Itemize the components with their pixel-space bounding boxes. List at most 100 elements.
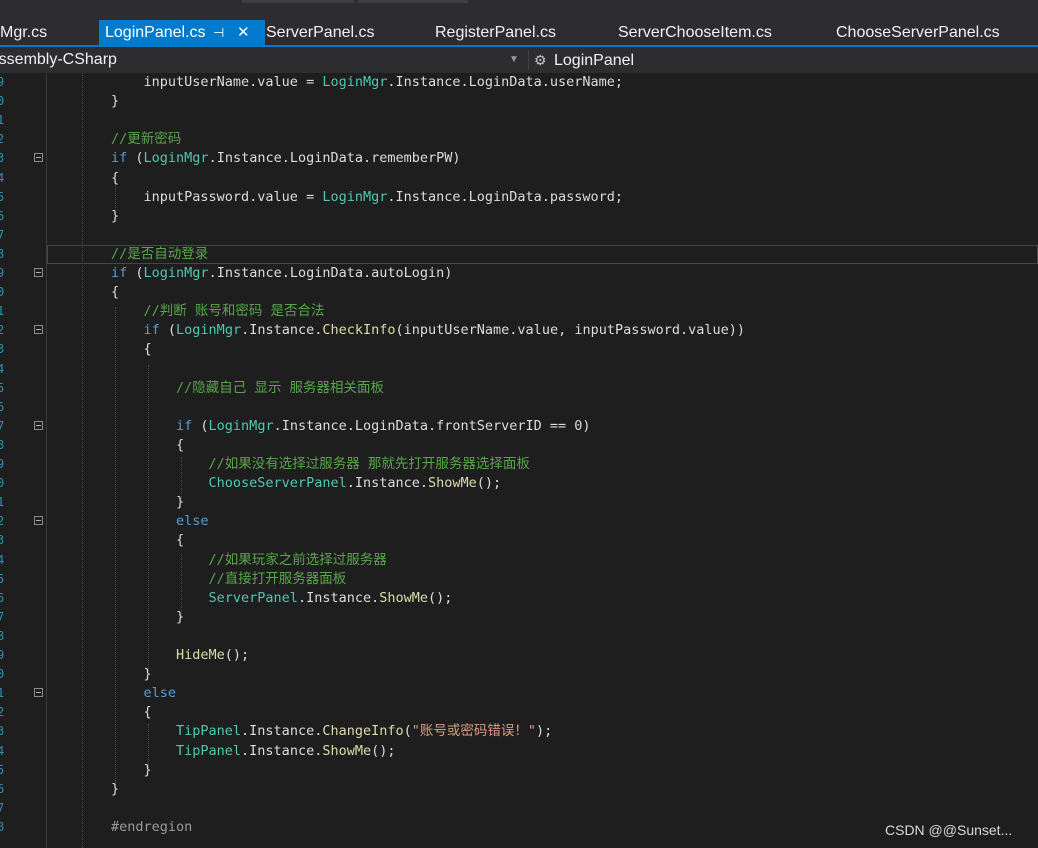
line-number: 6 [0, 781, 5, 796]
tab-serverpanel[interactable]: ServerPanel.cs [260, 20, 375, 45]
line-number: 0 [0, 94, 5, 109]
line-number: 4 [0, 361, 5, 376]
collapse-icon[interactable] [34, 268, 43, 277]
code-line[interactable]: 0} [0, 92, 1038, 111]
code-line[interactable]: 8 //是否自动登录 [0, 244, 1038, 264]
code-editor[interactable]: 9 inputUserName.value = LoginMgr.Instanc… [0, 73, 1038, 848]
code-token: ShowMe [427, 475, 477, 492]
code-token: //直接打开服务器面板 [111, 570, 347, 587]
code-line[interactable]: 6 [0, 398, 1038, 417]
code-line[interactable]: 0 } [0, 665, 1038, 684]
line-number: 0 [0, 476, 5, 491]
line-number: 0 [0, 285, 5, 300]
code-line[interactable]: 3 if (LoginMgr.Instance.LoginData.remembe… [0, 149, 1038, 168]
line-number: 2 [0, 323, 5, 338]
code-line[interactable]: 2 //更新密码 [0, 130, 1038, 149]
line-number: 3 [0, 151, 5, 166]
code-line[interactable]: 1 [0, 111, 1038, 130]
line-number: 1 [0, 113, 5, 128]
code-line[interactable]: 7 } [0, 608, 1038, 627]
code-line[interactable]: 4 //如果玩家之前选择过服务器 [0, 551, 1038, 570]
code-token: } [111, 666, 152, 683]
code-line[interactable]: 2 else [0, 512, 1038, 531]
tab-loginpanel[interactable]: LoginPanel.cs ⊣ ✕ [99, 20, 265, 45]
code-line[interactable]: 9 //如果没有选择过服务器 那就先打开服务器选择面板 [0, 455, 1038, 474]
code-token: if [111, 322, 160, 339]
code-line[interactable]: 5 inputPassword.value = LoginMgr.Instanc… [0, 188, 1038, 207]
close-icon[interactable]: ✕ [237, 20, 250, 45]
code-token: { [111, 704, 152, 721]
code-token: inputPassword.value = [111, 188, 323, 205]
code-token: .Instance.LoginData.frontServerID == 0) [273, 417, 591, 434]
code-line[interactable]: 3 TipPanel.Instance.ChangeInfo("账号或密码错误！… [0, 722, 1038, 741]
line-number: 2 [0, 132, 5, 147]
code-text: } [111, 780, 119, 799]
code-text: } [111, 207, 119, 226]
pin-icon[interactable]: ⊣ [213, 20, 224, 45]
code-token: .Instance. [241, 742, 323, 759]
code-line[interactable]: 4 TipPanel.Instance.ShowMe(); [0, 742, 1038, 761]
collapse-icon[interactable] [34, 516, 43, 526]
tab-registerpanel[interactable]: RegisterPanel.cs [429, 20, 556, 45]
code-line[interactable]: 5 //隐藏自己 显示 服务器相关面板 [0, 379, 1038, 398]
tab-chooseserverpanel[interactable]: ChooseServerPanel.cs [830, 20, 1000, 45]
code-line[interactable]: 7 [0, 799, 1038, 818]
code-line[interactable]: 7 if (LoginMgr.Instance.LoginData.frontS… [0, 417, 1038, 436]
code-token: } [111, 93, 120, 110]
code-text: TipPanel.Instance.ChangeInfo("账号或密码错误！")… [111, 722, 552, 741]
code-line[interactable]: 5 //直接打开服务器面板 [0, 570, 1038, 589]
watermark: CSDN @@Sunset... [885, 822, 1013, 838]
code-line[interactable]: 9 inputUserName.value = LoginMgr.Instanc… [0, 73, 1038, 92]
collapse-icon[interactable] [34, 420, 43, 430]
code-text: //如果没有选择过服务器 那就先打开服务器选择面板 [111, 455, 530, 474]
code-line[interactable]: 7 [0, 226, 1038, 245]
collapse-icon[interactable] [34, 325, 43, 335]
code-line[interactable]: 4{ [0, 169, 1038, 188]
tab-label: ServerPanel.cs [266, 24, 375, 41]
code-token: LoginMgr [208, 417, 274, 434]
code-line[interactable]: 8 #endregion [0, 818, 1038, 837]
code-line[interactable]: 0 ChooseServerPanel.Instance.ShowMe(); [0, 474, 1038, 493]
collapse-icon[interactable] [34, 153, 43, 163]
class-dropdown[interactable]: ⚙ LoginPanel [534, 47, 634, 73]
code-token: .Instance. [346, 475, 428, 492]
code-text: } [111, 761, 152, 780]
tab-bar-divider [242, 0, 354, 3]
project-dropdown[interactable]: Assembly-CSharp [0, 47, 527, 73]
code-line[interactable]: 2 { [0, 703, 1038, 722]
line-number: 4 [0, 552, 5, 567]
code-line[interactable]: 0{ [0, 283, 1038, 302]
tab-serverchooseitem[interactable]: ServerChooseItem.cs [612, 20, 772, 45]
code-token: TipPanel [111, 742, 242, 759]
line-number: 1 [0, 495, 5, 510]
line-number: 9 [0, 266, 5, 280]
code-line[interactable]: 9 if (LoginMgr.Instance.LoginData.autoLog… [0, 264, 1038, 283]
collapse-icon[interactable] [34, 688, 43, 698]
code-line[interactable]: 1 } [0, 493, 1038, 512]
code-line[interactable]: 1 else [0, 684, 1038, 703]
code-line[interactable]: 5 } [0, 761, 1038, 780]
code-line[interactable]: 6 ServerPanel.Instance.ShowMe(); [0, 589, 1038, 608]
code-line[interactable]: 8 [0, 627, 1038, 646]
line-number: 6 [0, 399, 5, 414]
code-line[interactable]: 8 { [0, 436, 1038, 455]
code-line[interactable]: 2 if (LoginMgr.Instance.CheckInfo(inputU… [0, 321, 1038, 340]
code-text: //隐藏自己 显示 服务器相关面板 [111, 379, 384, 398]
tab-mgr[interactable]: Mgr.cs [0, 20, 47, 45]
line-number: 5 [0, 762, 5, 777]
code-line[interactable]: 6} [0, 780, 1038, 799]
code-line[interactable]: 3 { [0, 340, 1038, 359]
code-line[interactable]: 3 { [0, 531, 1038, 550]
code-token: .Instance.LoginData.password; [387, 188, 624, 205]
code-line[interactable]: 6} [0, 207, 1038, 226]
code-text: //是否自动登录 [111, 245, 208, 264]
document-tab-bar: Mgr.cs LoginPanel.cs ⊣ ✕ ServerPanel.cs … [0, 0, 1038, 45]
code-line[interactable]: 4 [0, 360, 1038, 379]
code-line[interactable]: 1 //判断 账号和密码 是否合法 [0, 302, 1038, 321]
code-token: if [111, 150, 128, 167]
chevron-down-icon[interactable]: ▼ [509, 47, 519, 73]
code-token: "账号或密码错误！" [411, 723, 537, 740]
code-token: ( [127, 150, 144, 167]
code-text: } [111, 493, 184, 512]
code-line[interactable]: 9 HideMe(); [0, 646, 1038, 665]
